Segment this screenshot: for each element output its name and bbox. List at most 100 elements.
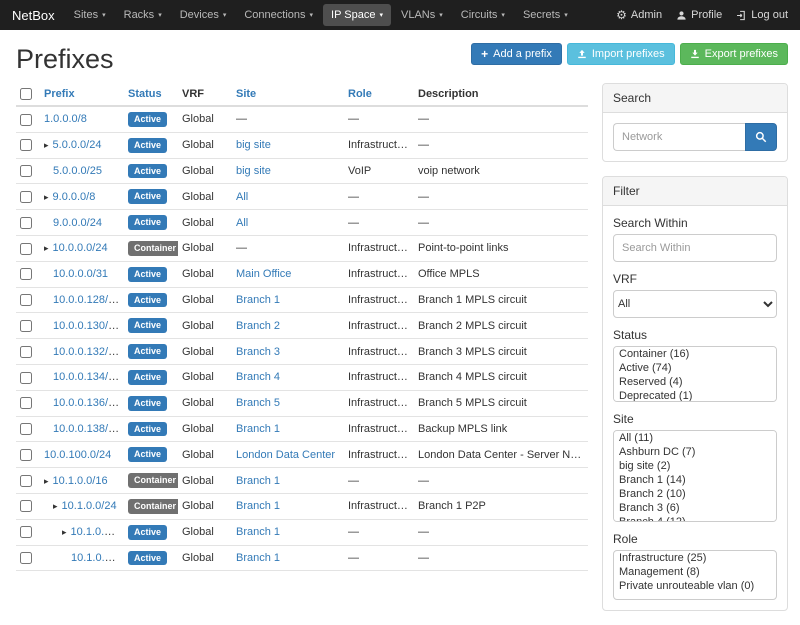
column-header-prefix[interactable]: Prefix <box>40 83 124 106</box>
chevron-down-icon: ▾ <box>223 12 227 19</box>
site-cell: big site <box>232 158 344 184</box>
row-checkbox[interactable] <box>20 397 32 409</box>
vrf-select[interactable]: All <box>613 290 777 318</box>
prefix-link[interactable]: 10.0.0.128/31 <box>53 294 120 306</box>
site-link[interactable]: Branch 2 <box>236 320 280 332</box>
row-checkbox[interactable] <box>20 526 32 538</box>
nav-item-secrets[interactable]: Secrets▾ <box>515 4 576 26</box>
row-checkbox[interactable] <box>20 294 32 306</box>
prefix-cell: 10.0.0.134/31 <box>40 365 124 391</box>
import-prefixes-button[interactable]: Import prefixes <box>567 43 675 65</box>
prefix-link[interactable]: 10.0.0.136/31 <box>53 397 120 409</box>
search-within-input[interactable] <box>613 234 777 262</box>
column-header-site[interactable]: Site <box>232 83 344 106</box>
prefix-link[interactable]: 10.1.0.0/26 <box>71 552 124 564</box>
add-prefix-button[interactable]: + Add a prefix <box>471 43 562 65</box>
column-header-role[interactable]: Role <box>344 83 414 106</box>
prefix-link[interactable]: 1.0.0.0/8 <box>44 113 87 125</box>
row-checkbox[interactable] <box>20 372 32 384</box>
export-prefixes-button[interactable]: Export prefixes <box>680 43 788 65</box>
filter-option[interactable]: Branch 3 (6) <box>614 501 776 515</box>
row-checkbox[interactable] <box>20 165 32 177</box>
filter-option[interactable]: Deprecated (1) <box>614 389 776 402</box>
row-checkbox[interactable] <box>20 320 32 332</box>
table-row: 10.0.0.138/31ActiveGlobalBranch 1Infrast… <box>16 416 588 442</box>
filter-option[interactable]: Private unrouteable vlan (0) <box>614 579 776 593</box>
row-checkbox[interactable] <box>20 191 32 203</box>
logout-icon <box>736 10 747 21</box>
prefix-link[interactable]: 5.0.0.0/24 <box>53 139 102 151</box>
prefix-link[interactable]: 10.0.0.130/31 <box>53 320 120 332</box>
row-checkbox[interactable] <box>20 243 32 255</box>
site-link[interactable]: All <box>236 191 248 203</box>
site-link[interactable]: Branch 1 <box>236 526 280 538</box>
prefix-link[interactable]: 10.0.0.134/31 <box>53 371 120 383</box>
site-link[interactable]: All <box>236 217 248 229</box>
logout-link[interactable]: Log out <box>736 9 788 21</box>
row-checkbox[interactable] <box>20 552 32 564</box>
filter-option[interactable]: Ashburn DC (7) <box>614 445 776 459</box>
filter-option[interactable]: Branch 1 (14) <box>614 473 776 487</box>
filter-option[interactable]: Management (8) <box>614 565 776 579</box>
prefix-cell: ▸10.1.0.0/24 <box>40 494 124 520</box>
row-checkbox[interactable] <box>20 217 32 229</box>
filter-option[interactable]: All (11) <box>614 431 776 445</box>
row-checkbox[interactable] <box>20 475 32 487</box>
row-checkbox[interactable] <box>20 346 32 358</box>
site-link[interactable]: Main Office <box>236 268 291 280</box>
row-checkbox[interactable] <box>20 268 32 280</box>
site-link[interactable]: Branch 1 <box>236 475 280 487</box>
site-link[interactable]: Branch 3 <box>236 346 280 358</box>
prefix-cell: 10.0.0.132/31 <box>40 339 124 365</box>
row-checkbox[interactable] <box>20 423 32 435</box>
nav-item-sites[interactable]: Sites▾ <box>66 4 114 26</box>
prefix-link[interactable]: 10.1.0.0/16 <box>53 475 108 487</box>
row-checkbox[interactable] <box>20 139 32 151</box>
search-input[interactable] <box>613 123 745 151</box>
site-link[interactable]: Branch 1 <box>236 552 280 564</box>
prefix-link[interactable]: 5.0.0.0/25 <box>53 165 102 177</box>
site-link[interactable]: big site <box>236 165 271 177</box>
select-all-checkbox[interactable] <box>20 88 32 100</box>
filter-option[interactable]: Branch 2 (10) <box>614 487 776 501</box>
site-listbox[interactable]: All (11)Ashburn DC (7)big site (2)Branch… <box>613 430 777 522</box>
row-checkbox[interactable] <box>20 449 32 461</box>
prefix-cell: 10.0.0.128/31 <box>40 287 124 313</box>
prefix-link[interactable]: 10.1.0.0/25 <box>71 526 124 538</box>
site-link[interactable]: big site <box>236 139 271 151</box>
vrf-cell: Global <box>178 442 232 468</box>
row-checkbox[interactable] <box>20 114 32 126</box>
prefix-link[interactable]: 10.0.0.0/24 <box>53 242 108 254</box>
column-header-status[interactable]: Status <box>124 83 178 106</box>
nav-item-racks[interactable]: Racks▾ <box>116 4 170 26</box>
filter-panel-title: Filter <box>603 177 787 206</box>
nav-item-devices[interactable]: Devices▾ <box>172 4 235 26</box>
site-link[interactable]: Branch 1 <box>236 294 280 306</box>
site-link[interactable]: Branch 5 <box>236 397 280 409</box>
filter-option[interactable]: Infrastructure (25) <box>614 551 776 565</box>
filter-option[interactable]: Branch 4 (12) <box>614 515 776 522</box>
prefix-link[interactable]: 10.0.0.132/31 <box>53 346 120 358</box>
site-link[interactable]: Branch 4 <box>236 371 280 383</box>
nav-item-circuits[interactable]: Circuits▾ <box>453 4 513 26</box>
filter-option[interactable]: big site (2) <box>614 459 776 473</box>
filter-option[interactable]: Reserved (4) <box>614 375 776 389</box>
nav-item-ip-space[interactable]: IP Space▾ <box>323 4 391 26</box>
status-listbox[interactable]: Container (16)Active (74)Reserved (4)Dep… <box>613 346 777 402</box>
prefix-link[interactable]: 10.0.0.0/31 <box>53 268 108 280</box>
app-logo[interactable]: NetBox <box>8 8 65 23</box>
admin-link[interactable]: ⚙ Admin <box>616 9 662 21</box>
filter-option[interactable]: Active (74) <box>614 361 776 375</box>
prefix-link[interactable]: 10.0.100.0/24 <box>44 449 111 461</box>
nav-item-connections[interactable]: Connections▾ <box>236 4 321 26</box>
filter-option[interactable]: Container (16) <box>614 347 776 361</box>
prefix-link[interactable]: 9.0.0.0/8 <box>53 191 96 203</box>
prefix-link[interactable]: 9.0.0.0/24 <box>53 217 102 229</box>
prefix-link[interactable]: 10.0.0.138/31 <box>53 423 120 435</box>
nav-item-vlans[interactable]: VLANs▾ <box>393 4 451 26</box>
role-listbox[interactable]: Infrastructure (25)Management (8)Private… <box>613 550 777 600</box>
site-link[interactable]: London Data Center <box>236 449 335 461</box>
profile-link[interactable]: Profile <box>676 9 722 21</box>
search-button[interactable] <box>745 123 777 151</box>
site-link[interactable]: Branch 1 <box>236 423 280 435</box>
